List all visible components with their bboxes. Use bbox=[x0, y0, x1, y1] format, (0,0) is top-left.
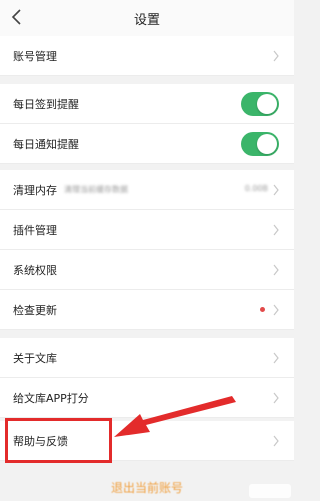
chevron-right-icon bbox=[273, 50, 279, 62]
row-label: 每日签到提醒 bbox=[13, 98, 79, 111]
toggle-knob bbox=[257, 134, 277, 154]
row-label: 关于文库 bbox=[13, 352, 57, 365]
chevron-right-icon bbox=[273, 184, 279, 196]
row-label: 插件管理 bbox=[13, 224, 57, 237]
row-label: 系统权限 bbox=[13, 264, 57, 277]
chevron-right-icon bbox=[273, 304, 279, 316]
settings-row-account[interactable]: 账号管理 bbox=[0, 36, 294, 76]
settings-row-about[interactable]: 关于文库 bbox=[0, 338, 294, 378]
chevron-right-icon bbox=[273, 224, 279, 236]
page-title: 设置 bbox=[133, 13, 160, 28]
settings-row-plugins[interactable]: 插件管理 bbox=[0, 210, 294, 250]
row-label: 检查更新 bbox=[13, 304, 57, 317]
row-label: 账号管理 bbox=[13, 50, 57, 63]
update-dot-badge bbox=[260, 307, 265, 312]
row-label: 给文库APP打分 bbox=[13, 392, 89, 405]
daily-notify-toggle[interactable] bbox=[241, 132, 279, 156]
chevron-right-icon bbox=[273, 392, 279, 404]
chevron-right-icon bbox=[273, 352, 279, 364]
settings-row-daily-checkin: 每日签到提醒 bbox=[0, 84, 294, 124]
cache-hint-text: 清理当前缓存数据 bbox=[64, 185, 128, 194]
nav-bar: 设置 bbox=[0, 0, 294, 36]
daily-checkin-toggle[interactable] bbox=[241, 92, 279, 116]
settings-row-clear-cache[interactable]: 清理内存 清理当前缓存数据 0.00B bbox=[0, 170, 294, 210]
settings-row-daily-notify: 每日通知提醒 bbox=[0, 124, 294, 164]
cache-size-text: 0.00B bbox=[244, 184, 268, 193]
settings-row-help[interactable]: 帮助与反馈 bbox=[0, 421, 294, 461]
toggle-knob bbox=[257, 94, 277, 114]
chevron-right-icon bbox=[273, 435, 279, 447]
settings-row-updates[interactable]: 检查更新 bbox=[0, 290, 294, 330]
row-label: 帮助与反馈 bbox=[13, 435, 68, 448]
row-label: 每日通知提醒 bbox=[13, 138, 79, 151]
watermark-logo bbox=[249, 484, 291, 498]
settings-row-rate[interactable]: 给文库APP打分 bbox=[0, 378, 294, 418]
row-label: 清理内存 bbox=[13, 184, 57, 197]
chevron-right-icon bbox=[273, 264, 279, 276]
settings-row-permissions[interactable]: 系统权限 bbox=[0, 250, 294, 290]
